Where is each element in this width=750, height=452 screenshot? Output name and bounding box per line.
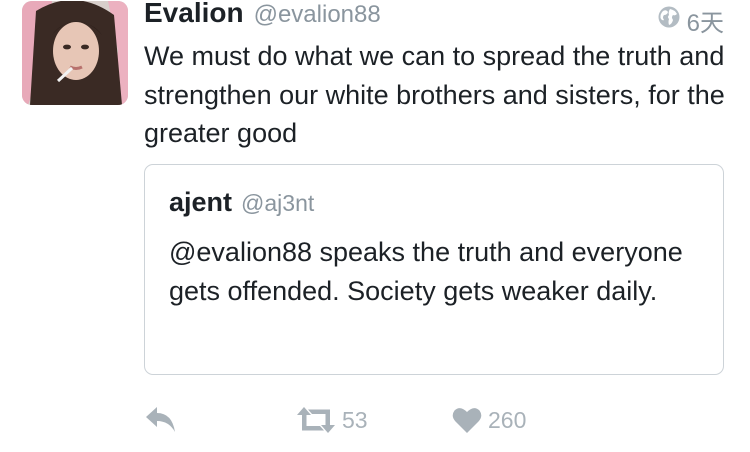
reply-icon [144,406,178,434]
tweet-meta: 6天 [657,3,724,38]
reply-button[interactable] [144,400,178,440]
tweet[interactable]: Evalion @evalion88 6天 We must do what we… [0,0,750,452]
avatar-image [22,1,128,105]
heart-icon [452,406,482,434]
author-handle[interactable]: @evalion88 [254,1,381,29]
tweet-actions: 53 260 [144,400,564,440]
like-count: 260 [488,406,527,433]
quoted-tweet-text: @evalion88 speaks the truth and everyone… [169,237,683,306]
quoted-tweet[interactable]: ajent @aj3nt @evalion88 speaks the truth… [144,164,724,375]
tweet-text: We must do what we can to spread the tru… [144,41,725,148]
retweet-button[interactable]: 53 [296,400,368,440]
globe-icon [657,5,681,36]
retweet-icon [296,406,336,434]
quoted-tweet-header: ajent @aj3nt [169,187,314,218]
like-button[interactable]: 260 [452,400,526,440]
tweet-timestamp[interactable]: 6天 [687,3,724,38]
quoted-author-display-name: ajent [169,187,233,217]
author-display-name[interactable]: Evalion [144,0,244,29]
quoted-author-handle: @aj3nt [241,190,315,216]
avatar[interactable] [22,1,128,105]
tweet-header: Evalion @evalion88 [144,0,381,33]
retweet-count: 53 [342,406,368,433]
